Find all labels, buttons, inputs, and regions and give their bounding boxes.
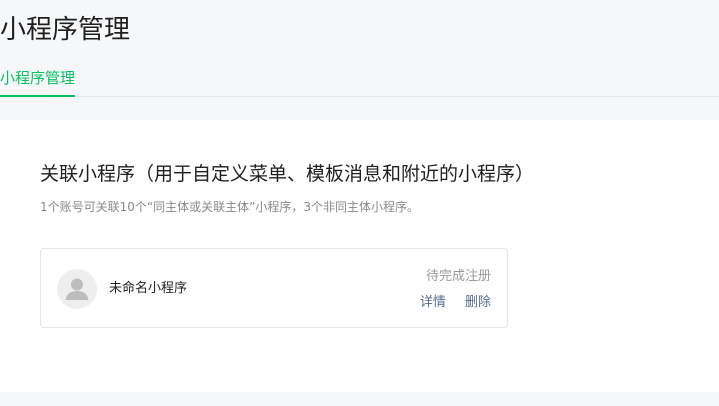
page-title: 小程序管理 bbox=[0, 15, 131, 45]
mini-program-name: 未命名小程序 bbox=[109, 281, 188, 296]
page-header: 小程序管理 小程序管理 bbox=[0, 0, 719, 97]
mini-program-item: 未命名小程序 待完成注册 详情 删除 bbox=[40, 248, 508, 328]
details-link[interactable]: 详情 bbox=[420, 295, 446, 310]
tab-mini-program-management[interactable]: 小程序管理 bbox=[0, 66, 76, 97]
content-card: 关联小程序（用于自定义菜单、模板消息和附近的小程序） 1个账号可关联10个“同主… bbox=[0, 120, 719, 392]
default-user-icon bbox=[57, 269, 97, 309]
tab-active-indicator bbox=[0, 95, 76, 97]
mini-program-actions: 详情 删除 bbox=[406, 291, 491, 313]
tab-label: 小程序管理 bbox=[0, 69, 76, 87]
section-description: 1个账号可关联10个“同主体或关联主体”小程序，3个非同主体小程序。 bbox=[40, 200, 419, 214]
delete-link[interactable]: 删除 bbox=[465, 295, 491, 310]
registration-status: 待完成注册 bbox=[425, 269, 491, 284]
section-title: 关联小程序（用于自定义菜单、模板消息和附近的小程序） bbox=[40, 163, 535, 185]
